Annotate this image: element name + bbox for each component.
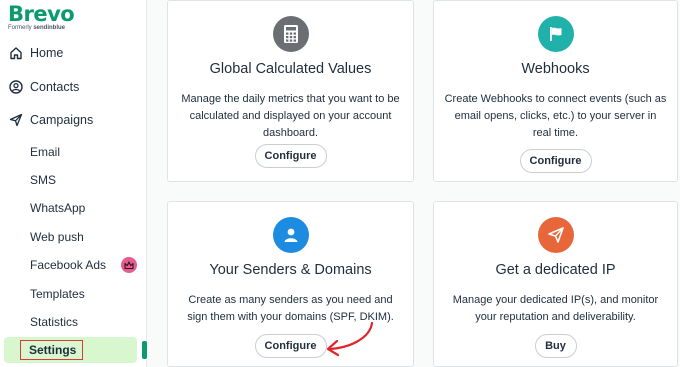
- sidebar-item-sms[interactable]: SMS: [30, 170, 56, 190]
- active-indicator: [142, 341, 147, 359]
- card-title: Your Senders & Domains: [209, 262, 372, 278]
- card-webhooks: Webhooks Create Webhooks to connect even…: [433, 0, 678, 182]
- sidebar-item-label: Facebook Ads: [30, 258, 107, 272]
- sidebar-item-label: Campaigns: [30, 113, 94, 127]
- brand-formerly-label: Formerly: [8, 25, 32, 31]
- card-global-calculated-values: Global Calculated Values Manage the dail…: [167, 0, 414, 182]
- card-dedicated-ip: Get a dedicated IP Manage your dedicated…: [433, 201, 678, 367]
- paper-plane-icon: [537, 217, 574, 253]
- buy-button[interactable]: Buy: [534, 334, 577, 358]
- card-title: Global Calculated Values: [209, 61, 372, 77]
- card-title: Webhooks: [521, 61, 590, 77]
- crown-icon: [121, 257, 138, 273]
- card-description: Manage the daily metrics that you want t…: [181, 93, 400, 139]
- sidebar-item-web-push[interactable]: Web push: [30, 227, 84, 247]
- sidebar-item-contacts[interactable]: Contacts: [8, 77, 79, 97]
- sidebar-item-settings-label[interactable]: Settings: [20, 340, 83, 360]
- calculator-icon: [272, 16, 309, 52]
- sidebar-item-whatsapp[interactable]: WhatsApp: [30, 198, 85, 218]
- card-description: Manage your dedicated IP(s), and monitor…: [452, 294, 659, 323]
- card-description: Create Webhooks to connect events (such …: [444, 93, 667, 139]
- send-icon: [8, 113, 23, 128]
- sidebar: Brevo Formerly sendinblue Home Contacts …: [0, 0, 147, 367]
- user-icon: [272, 217, 309, 253]
- sidebar-item-campaigns[interactable]: Campaigns: [8, 110, 93, 130]
- configure-button[interactable]: Configure: [254, 334, 327, 358]
- contacts-icon: [8, 80, 23, 95]
- home-icon: [8, 46, 23, 61]
- sidebar-item-templates[interactable]: Templates: [30, 284, 85, 304]
- sidebar-item-home[interactable]: Home: [8, 43, 63, 63]
- configure-button[interactable]: Configure: [254, 144, 327, 168]
- brand-formerly: Formerly sendinblue: [8, 25, 74, 31]
- sidebar-item-facebook-ads[interactable]: Facebook Ads: [30, 255, 138, 275]
- sidebar-item-email[interactable]: Email: [30, 142, 60, 162]
- brand-name: Brevo: [8, 2, 75, 26]
- flag-icon: [537, 16, 574, 52]
- brand-logo[interactable]: Brevo Formerly sendinblue: [8, 2, 75, 31]
- card-title: Get a dedicated IP: [495, 262, 616, 278]
- sidebar-item-statistics[interactable]: Statistics: [30, 312, 78, 332]
- sidebar-item-label: Contacts: [30, 80, 80, 94]
- brand-formerly-name: sendinblue: [33, 25, 66, 31]
- annotation-arrow-icon: [326, 321, 374, 357]
- sidebar-item-label: Home: [30, 46, 64, 60]
- configure-button[interactable]: Configure: [519, 149, 592, 173]
